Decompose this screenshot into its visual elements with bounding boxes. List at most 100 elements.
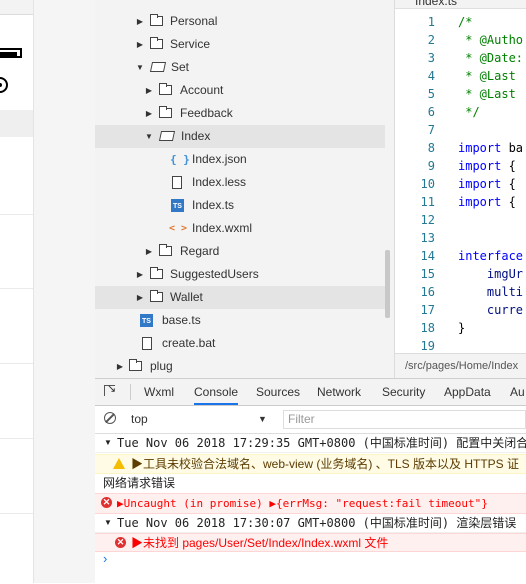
divider (0, 214, 33, 215)
console-error[interactable]: ✕ ▶未找到 pages/User/Set/Index/Index.wxml 文… (95, 533, 526, 552)
explorer-toolbar (95, 0, 395, 8)
code-line: import { (458, 177, 524, 191)
tree-item-label: Index.wxml (192, 221, 253, 235)
folder-icon (129, 359, 142, 371)
tab-wxml[interactable]: Wxml (144, 379, 174, 405)
tree-item-personal[interactable]: ▶ Personal (95, 10, 385, 33)
chevron-right-icon: ▶ (145, 247, 153, 256)
folder-icon (159, 83, 172, 95)
line-number: 15 (420, 267, 435, 281)
tree-item-create-bat[interactable]: create.bat (95, 332, 385, 355)
tree-item-index-wxml[interactable]: < > Index.wxml (95, 217, 385, 240)
capsule-button-icon[interactable] (0, 77, 8, 93)
console-group-header[interactable]: ▼ Tue Nov 06 2018 17:30:07 GMT+0800 (中国标… (95, 514, 526, 533)
warning-icon (113, 458, 125, 469)
editor-tab-label: Index.ts (415, 0, 458, 8)
tree-scrollbar[interactable] (385, 250, 390, 318)
code-line: multi (458, 285, 524, 299)
tree-item-base-ts[interactable]: TS base.ts (95, 309, 385, 332)
tree-item-wallet[interactable]: ▶ Wallet (95, 286, 385, 309)
line-number: 11 (420, 195, 435, 209)
file-icon (172, 176, 182, 189)
tab-network[interactable]: Network (317, 379, 361, 405)
code-editor[interactable]: Index.ts 1 2 3 4 5 6 7 8 9 10 11 12 13 14 15 16 17 18 19 /… (395, 0, 526, 378)
divider (0, 513, 33, 514)
console-message-text: Tue Nov 06 2018 17:30:07 GMT+0800 (中国标准时… (117, 516, 517, 530)
tree-item-label: Index (181, 129, 211, 143)
simulator-frame (33, 0, 96, 583)
tab-appdata[interactable]: AppData (444, 379, 491, 405)
code-line: } (458, 321, 466, 335)
tab-console[interactable]: Console (194, 379, 239, 405)
devtools-panel: Wxml Console Sources Network Security Ap… (95, 378, 526, 584)
tree-item-label: Index.ts (192, 198, 235, 212)
folder-open-icon (158, 131, 176, 141)
folder-icon (150, 267, 163, 279)
tab-audits[interactable]: Au (510, 379, 525, 405)
code-line: * @Last (458, 69, 524, 83)
tree-item-feedback[interactable]: ▶ Feedback (95, 102, 385, 125)
chevron-right-icon: ▶ (145, 86, 153, 95)
battery-level (0, 52, 17, 56)
inspect-element-icon[interactable] (104, 382, 118, 398)
tree-item-service[interactable]: ▶ Service (95, 33, 385, 56)
wxml-file-icon: < > (169, 223, 188, 234)
error-icon: ✕ (101, 497, 112, 508)
devtools-tabbar: Wxml Console Sources Network Security Ap… (95, 379, 526, 406)
tree-item-index-less[interactable]: Index.less (95, 171, 385, 194)
tree-item-suggestedusers[interactable]: ▶ SuggestedUsers (95, 263, 385, 286)
clear-console-icon[interactable] (104, 412, 116, 424)
tree-item-account[interactable]: ▶ Account (95, 79, 385, 102)
dropdown-arrow-icon[interactable]: ▼ (258, 408, 267, 430)
editor-tab[interactable]: Index.ts (395, 0, 526, 9)
divider (0, 438, 33, 439)
chevron-right-icon: ▶ (136, 17, 144, 26)
chevron-down-icon: ▼ (136, 63, 144, 72)
console-prompt[interactable]: › (103, 551, 107, 566)
console-message-text: 网络请求错误 (103, 476, 176, 490)
code-line: curre (458, 303, 524, 317)
chevron-down-icon: ▼ (104, 518, 112, 527)
console-error[interactable]: ✕ ▶Uncaught (in promise) ▶{errMsg: "requ… (95, 493, 526, 514)
code-text[interactable]: /* * @Autho * @Date: * @Last * @Last */ i… (458, 13, 523, 355)
context-select[interactable]: top (131, 408, 271, 430)
tree-item-index-json[interactable]: { } Index.json (95, 148, 385, 171)
file-explorer: ▶ Personal ▶ Service ▼ Set ▶ Account ▶ F… (95, 0, 395, 378)
code-line: imgUr (458, 267, 524, 281)
code-line: interface (458, 249, 524, 263)
tree-item-regard[interactable]: ▶ Regard (95, 240, 385, 263)
console-group-header[interactable]: ▼ Tue Nov 06 2018 17:29:35 GMT+0800 (中国标… (95, 434, 526, 453)
tree-item-label: Wallet (170, 290, 203, 304)
simulator-list-row (0, 110, 33, 137)
tree-item-label: Account (180, 83, 224, 97)
tree-item-index-folder[interactable]: ▼ Index (95, 125, 385, 148)
tree-item-plug[interactable]: ▶ plug (95, 355, 385, 378)
line-number: 9 (427, 159, 435, 173)
chevron-right-icon: ▶ (136, 293, 144, 302)
code-line: * @Date: (458, 51, 524, 65)
folder-icon (150, 290, 163, 302)
console-filter-input[interactable]: Filter (283, 410, 526, 429)
divider (0, 363, 33, 364)
tree-item-label: Personal (170, 14, 218, 28)
console-warning[interactable]: ▶工具未校验合法域名、web-view (业务域名) 、TLS 版本以及 HTT… (95, 454, 526, 474)
code-line: */ (458, 105, 480, 119)
tree-item-label: Index.less (192, 175, 247, 189)
tree-item-label: plug (150, 359, 173, 373)
chevron-right-icon: ▶ (145, 109, 153, 118)
console-message-text: ▶Uncaught (in promise) ▶{errMsg: "reques… (117, 497, 488, 510)
tree-item-set[interactable]: ▼ Set (95, 56, 385, 79)
context-select-value: top (131, 412, 148, 426)
tab-security[interactable]: Security (382, 379, 425, 405)
line-number: 8 (427, 141, 435, 155)
tab-sources[interactable]: Sources (256, 379, 300, 405)
chevron-right-icon: ▶ (116, 362, 124, 371)
code-line: * @Last (458, 87, 524, 101)
tree-item-label: Index.json (192, 152, 247, 166)
console-message-text: ▶工具未校验合法域名、web-view (业务域名) 、TLS 版本以及 HTT… (131, 457, 520, 471)
tree-item-label: base.ts (162, 313, 201, 327)
tree-item-index-ts[interactable]: TS Index.ts (95, 194, 385, 217)
chevron-right-icon: ▶ (136, 40, 144, 49)
